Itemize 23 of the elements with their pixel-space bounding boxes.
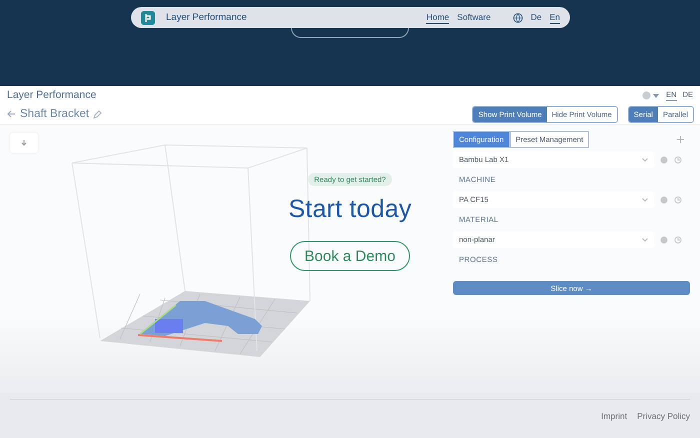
- section-heading: Start today: [288, 195, 412, 224]
- brand-name: Layer Performance: [166, 12, 247, 23]
- language-link[interactable]: En: [550, 12, 560, 24]
- chevron-down-icon: [642, 238, 648, 242]
- logo-icon[interactable]: [141, 10, 155, 24]
- nav-link[interactable]: Software: [457, 12, 491, 24]
- book-demo-button[interactable]: Book a Demo: [290, 241, 410, 271]
- clock-icon[interactable]: [674, 156, 682, 164]
- pencil-icon[interactable]: [93, 110, 102, 118]
- clock-icon[interactable]: [674, 236, 682, 244]
- footer-link[interactable]: Imprint: [601, 411, 628, 421]
- chevron-down-icon: [642, 198, 648, 202]
- chevron-down-icon: [642, 158, 648, 162]
- plus-icon[interactable]: [677, 136, 684, 143]
- footer-link[interactable]: Privacy Policy: [637, 411, 690, 421]
- project-name: Shaft Bracket: [20, 108, 90, 120]
- view-button[interactable]: [10, 133, 38, 153]
- language-link[interactable]: De: [530, 12, 542, 24]
- app-title: Layer Performance: [7, 89, 96, 101]
- nav-link[interactable]: Home: [426, 12, 450, 24]
- back-arrow-icon[interactable]: [7, 110, 16, 118]
- clock-icon[interactable]: [674, 196, 682, 204]
- arrow-down-icon: [21, 140, 27, 146]
